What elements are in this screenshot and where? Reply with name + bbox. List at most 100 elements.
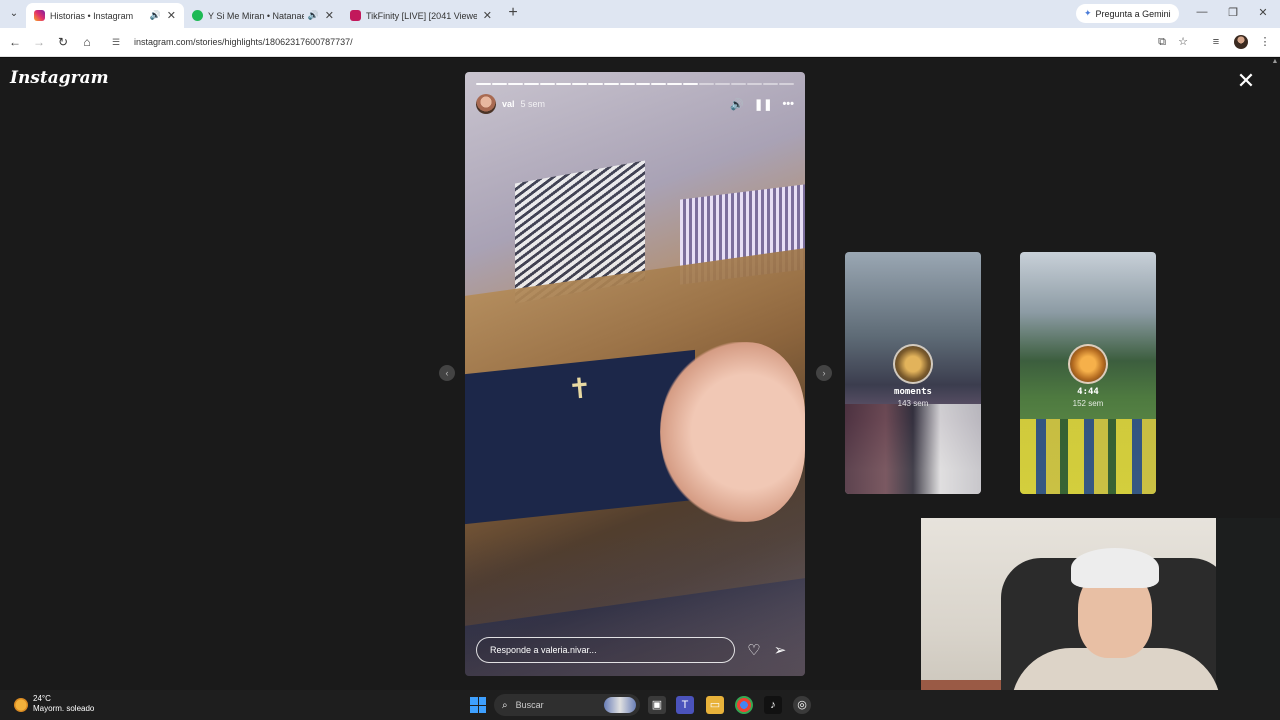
story-controls: 🔊 ❚❚ ••• <box>730 94 794 114</box>
browser-tab-bar: ⌄ Historias • Instagram 🔊 ✕ Y Si Me Mira… <box>0 0 1280 28</box>
story-progress-segment <box>619 83 635 85</box>
chrome-icon[interactable] <box>735 696 753 714</box>
story-progress-segment <box>651 83 667 85</box>
story-progress-segment <box>667 83 683 85</box>
story-progress-segment <box>539 83 555 85</box>
tab-title: TikFinity [LIVE] [2041 Viewers] <box>366 10 477 21</box>
gemini-label: Pregunta a Gemini <box>1095 8 1171 19</box>
send-icon[interactable]: ➢ <box>771 641 789 659</box>
browser-menu-icon[interactable]: ⋮ <box>1258 35 1272 49</box>
instagram-favicon-icon <box>34 10 45 21</box>
ask-gemini-button[interactable]: ✦ Pregunta a Gemini <box>1076 4 1179 23</box>
forward-button[interactable]: → <box>31 34 47 50</box>
tab-close-icon[interactable]: ✕ <box>167 9 176 22</box>
webcam-detail <box>1071 548 1159 588</box>
story-progress-segment <box>571 83 587 85</box>
search-highlight-icon <box>604 697 636 713</box>
previous-story-button[interactable]: ‹ <box>439 365 455 381</box>
preview-avatar <box>1068 344 1108 384</box>
search-icon: ⌕ <box>502 699 508 711</box>
tab-audio-icon[interactable]: 🔊 <box>308 10 319 21</box>
home-button[interactable]: ⌂ <box>79 34 95 50</box>
tab-instagram[interactable]: Historias • Instagram 🔊 ✕ <box>26 3 184 28</box>
story-preview-444[interactable]: 4:44 152 sem <box>1020 252 1156 494</box>
bookmark-star-icon[interactable]: ☆ <box>1176 35 1190 49</box>
story-reply-bar: Responde a valeria.nivar... ♡ ➢ <box>476 637 794 663</box>
reload-button[interactable]: ↻ <box>55 34 71 50</box>
story-preview-moments[interactable]: moments 143 sem <box>845 252 981 494</box>
windows-start-icon[interactable] <box>470 697 486 713</box>
story-progress-bar <box>476 83 795 85</box>
url-text: instagram.com/stories/highlights/1806231… <box>134 37 353 47</box>
story-progress-segment <box>491 83 507 85</box>
spotify-favicon-icon <box>192 10 203 21</box>
volume-icon[interactable]: 🔊 <box>730 98 744 111</box>
story-progress-segment <box>715 83 731 85</box>
tab-close-icon[interactable]: ✕ <box>483 9 492 22</box>
preview-image-detail <box>1020 419 1156 494</box>
close-window-button[interactable]: ✕ <box>1255 6 1271 19</box>
back-button[interactable]: ← <box>7 34 23 50</box>
profile-avatar[interactable] <box>1234 35 1248 49</box>
tab-search-chevron-icon[interactable]: ⌄ <box>6 6 22 22</box>
instagram-logo[interactable]: Instagram <box>10 68 109 88</box>
preview-time: 143 sem <box>897 399 929 408</box>
story-image-detail: ✝ <box>566 372 593 405</box>
install-app-icon[interactable]: ⧉ <box>1155 35 1169 49</box>
weather-sun-icon[interactable] <box>14 698 28 712</box>
story-user-avatar[interactable] <box>476 94 496 114</box>
preview-image-detail <box>845 404 981 494</box>
gemini-icon: ✦ <box>1084 8 1092 18</box>
story-progress-segment <box>587 83 603 85</box>
close-story-button[interactable]: ✕ <box>1234 70 1258 92</box>
more-icon[interactable]: ••• <box>782 98 794 110</box>
story-progress-segment <box>731 83 747 85</box>
weather-temperature[interactable]: 24°C <box>33 694 51 703</box>
next-story-button[interactable]: › <box>816 365 832 381</box>
story-progress-segment <box>779 83 795 85</box>
story-image-detail <box>660 342 805 522</box>
story-header: val 5 sem 🔊 ❚❚ ••• <box>476 94 794 114</box>
story-time: 5 sem <box>520 99 546 109</box>
story-progress-segment <box>523 83 539 85</box>
media-controls-icon[interactable]: ≡ <box>1209 35 1223 49</box>
tab-close-icon[interactable]: ✕ <box>325 9 334 22</box>
story-progress-segment <box>635 83 651 85</box>
task-view-icon[interactable]: ▣ <box>648 696 666 714</box>
site-info-icon[interactable]: ☰ <box>112 37 126 48</box>
tab-audio-icon[interactable]: 🔊 <box>150 10 161 21</box>
story-progress-segment <box>476 83 491 85</box>
teams-icon[interactable]: T <box>676 696 694 714</box>
tab-tikfinity[interactable]: TikFinity [LIVE] [2041 Viewers] ✕ <box>342 3 500 28</box>
preview-name: 4:44 <box>1077 387 1099 397</box>
story-progress-segment <box>555 83 571 85</box>
pause-icon[interactable]: ❚❚ <box>754 98 772 111</box>
preview-avatar <box>893 344 933 384</box>
app-icon[interactable]: ◎ <box>793 696 811 714</box>
story-progress-segment <box>683 83 699 85</box>
reply-input[interactable]: Responde a valeria.nivar... <box>476 637 735 663</box>
reply-placeholder: Responde a valeria.nivar... <box>490 645 597 655</box>
taskbar-search[interactable]: ⌕ Buscar <box>494 694 640 716</box>
new-tab-button[interactable]: + <box>505 5 521 21</box>
story-progress-segment <box>603 83 619 85</box>
scroll-up-icon[interactable]: ▲ <box>1270 58 1280 65</box>
windows-taskbar: 24°C Mayorm. soleado ⌕ Buscar ▣ T ▭ ♪ ◎ <box>0 690 1280 720</box>
tab-spotify[interactable]: Y Si Me Miran • Natanael Ca 🔊 ✕ <box>184 3 342 28</box>
restore-window-button[interactable]: ❐ <box>1225 6 1241 19</box>
story-progress-segment <box>507 83 523 85</box>
story-username[interactable]: val <box>502 99 515 109</box>
tiktok-icon[interactable]: ♪ <box>764 696 782 714</box>
file-explorer-icon[interactable]: ▭ <box>706 696 724 714</box>
tab-title: Historias • Instagram <box>50 10 134 21</box>
story-progress-segment <box>747 83 763 85</box>
preview-time: 152 sem <box>1072 399 1104 408</box>
tikfinity-favicon-icon <box>350 10 361 21</box>
weather-description[interactable]: Mayorm. soleado <box>33 704 94 713</box>
story-progress-segment <box>699 83 715 85</box>
heart-icon[interactable]: ♡ <box>745 641 763 659</box>
address-bar[interactable]: ☰ instagram.com/stories/highlights/18062… <box>104 31 1204 53</box>
preview-name: moments <box>894 387 932 397</box>
story-media[interactable]: ✝ <box>465 72 805 676</box>
minimize-window-button[interactable]: — <box>1194 6 1210 18</box>
